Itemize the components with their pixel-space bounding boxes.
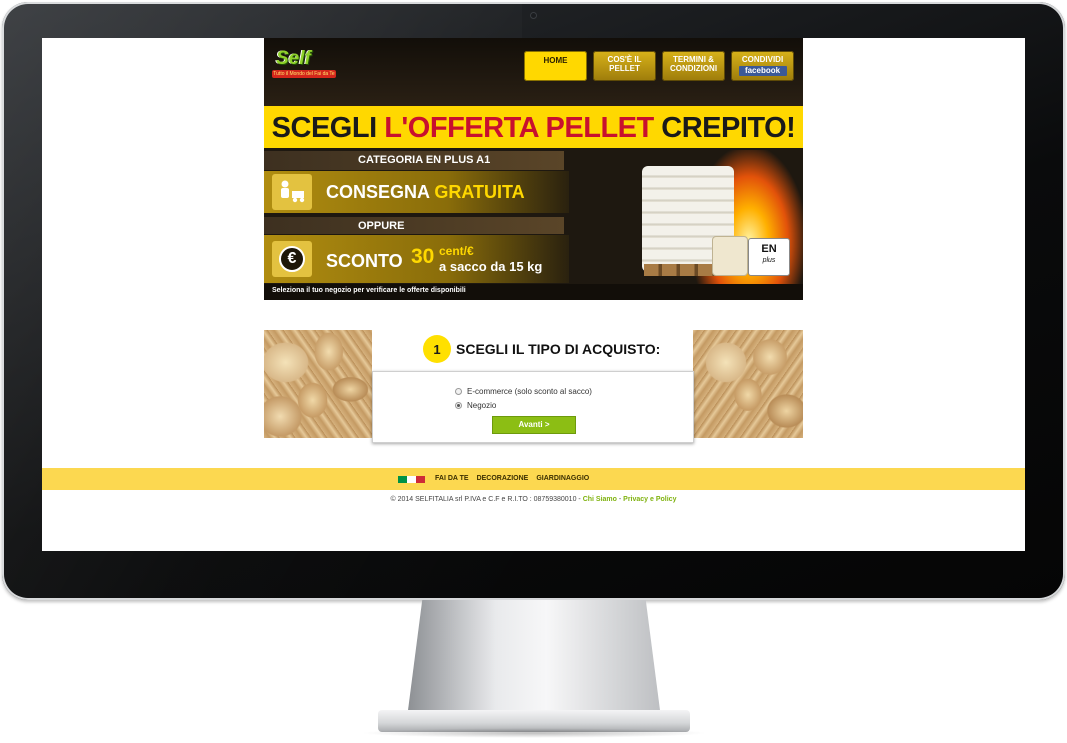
purchase-type-panel: E-commerce (solo sconto al sacco) Negozi… [372,371,694,443]
pellets-image-left [264,330,372,438]
option-ecommerce[interactable]: E-commerce (solo sconto al sacco) [455,387,592,396]
footer-link-decorazione[interactable]: DECORAZIONE [477,475,529,482]
consegna-b: GRATUITA [434,182,525,202]
nav-pellet-label-2: PELLET [609,64,640,73]
privacy-policy-link[interactable]: Privacy e Policy [623,496,676,503]
en-badge-sub: plus [762,257,776,264]
site-header: Self Tutto il Mondo del Fai da Te HOME C… [264,38,803,300]
nav-condividi-button[interactable]: CONDIVIDI facebook [731,51,794,81]
option-ecommerce-label: E-commerce (solo sconto al sacco) [467,387,592,396]
footer-link-fai-da-te[interactable]: FAI DA TE [435,475,469,482]
footer-link-giardinaggio[interactable]: GIARDINAGGIO [536,475,589,482]
italian-flag-icon[interactable] [398,476,425,483]
euro-icon: € [279,246,305,272]
stage: Self Tutto il Mondo del Fai da Te HOME C… [0,0,1067,743]
chi-siamo-link[interactable]: Chi Siamo [583,496,617,503]
step-number-badge: 1 [423,335,451,363]
consegna-a: CONSEGNA [326,182,435,202]
banner-note: Seleziona il tuo negozio per verificare … [272,287,466,294]
nav-termini-button[interactable]: TERMINI & CONDIZIONI [662,51,725,81]
en-badge-text: EN [761,243,777,255]
consegna-band: CONSEGNA GRATUITA [264,171,569,213]
logo-wordmark: Self [276,48,311,69]
nav-termini-label-2: CONDIZIONI [669,64,718,73]
nav-home-button[interactable]: HOME [524,51,587,81]
nav-condividi-label: CONDIVIDI [741,55,784,64]
facebook-share-badge[interactable]: facebook [738,66,787,76]
option-negozio-label: Negozio [467,401,497,410]
nav-termini-label-1: TERMINI & [673,55,714,64]
sconto-label: SCONTO [326,251,403,271]
pellets-image-right [693,330,803,438]
headline-part-b: L'OFFERTA PELLET [384,112,654,144]
category-label: CATEGORIA EN PLUS A1 [358,154,491,166]
avanti-button[interactable]: Avanti > [492,416,576,434]
sconto-value: 30 [411,245,435,268]
monitor-screen: Self Tutto il Mondo del Fai da Te HOME C… [42,38,1025,551]
footer-links: FAI DA TE DECORAZIONE GIARDINAGGIO [435,475,589,482]
consegna-title: CONSEGNA GRATUITA [326,182,525,203]
stand-shadow [360,728,708,738]
nav-pellet-label-1: COS'È IL [607,55,642,64]
oppure-label: OPPURE [358,220,405,232]
monitor-stand-neck [407,600,661,718]
option-negozio[interactable]: Negozio [455,401,496,410]
radio-negozio[interactable] [455,402,462,409]
sconto-unit: cent/€ [439,244,474,258]
nav-cos-e-il-pellet-button[interactable]: COS'È IL PELLET [593,51,656,81]
webcam-icon [530,12,537,19]
copyright-line: © 2014 SELFITALIA srl P.IVA e C.F e R.I.… [42,496,1025,503]
en-plus-badge: EN plus [748,238,790,276]
headline-part-a: SCEGLI [271,112,385,144]
headline-part-c: CREPITO! [653,112,796,144]
step-title: SCEGLI IL TIPO DI ACQUISTO: [456,341,661,357]
self-logo[interactable]: Self Tutto il Mondo del Fai da Te [272,48,336,80]
radio-ecommerce[interactable] [455,388,462,395]
nav-home-label: HOME [543,56,568,65]
pellet-sack-image [712,236,748,276]
sconto-detail: a sacco da 15 kg [439,259,543,274]
copyright-text: © 2014 SELFITALIA srl P.IVA e C.F e R.I.… [390,496,583,503]
euro-icon-box: € [272,241,312,277]
logo-tagline: Tutto il Mondo del Fai da Te [272,70,336,78]
oppure-bar [264,217,564,234]
banner-headline: SCEGLI L'OFFERTA PELLET CREPITO! [268,112,799,145]
delivery-truck-icon [272,174,312,210]
